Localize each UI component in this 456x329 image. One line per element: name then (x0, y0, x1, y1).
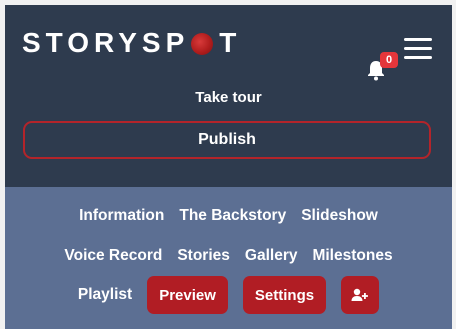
nav-link-the-backstory[interactable]: The Backstory (179, 207, 286, 225)
nav-link-slideshow[interactable]: Slideshow (301, 207, 378, 225)
nav-link-information[interactable]: Information (79, 207, 164, 225)
publish-button[interactable]: Publish (23, 121, 431, 159)
nav-link-milestones[interactable]: Milestones (312, 247, 392, 265)
logo-text-end: T (219, 27, 242, 58)
menu-hamburger-icon[interactable] (404, 38, 432, 60)
add-user-button[interactable] (341, 276, 380, 314)
nav-row-2: Voice Record Stories Gallery Milestones (5, 247, 452, 265)
notification-badge: 0 (380, 52, 398, 68)
nav-link-stories[interactable]: Stories (177, 247, 230, 265)
nav-row-3: Playlist Preview Settings (5, 276, 452, 314)
nav-row-1: Information The Backstory Slideshow (5, 207, 452, 225)
preview-button[interactable]: Preview (147, 276, 228, 314)
page-edge (452, 0, 456, 329)
logo-text: STORYSP (22, 27, 190, 58)
logo[interactable]: STORYSP T (22, 27, 241, 59)
header: STORYSP T 0 Take tour Publish (5, 5, 452, 187)
settings-button[interactable]: Settings (242, 276, 327, 314)
user-plus-icon (351, 288, 368, 301)
app-frame: STORYSP T 0 Take tour Publish Information… (0, 0, 456, 329)
page-nav: Information The Backstory Slideshow Voic… (5, 187, 452, 329)
nav-link-playlist[interactable]: Playlist (78, 286, 132, 304)
logo-dot-icon (191, 33, 214, 55)
nav-link-gallery[interactable]: Gallery (245, 247, 298, 265)
take-tour-link[interactable]: Take tour (5, 89, 452, 106)
nav-link-voice-record[interactable]: Voice Record (64, 247, 162, 265)
